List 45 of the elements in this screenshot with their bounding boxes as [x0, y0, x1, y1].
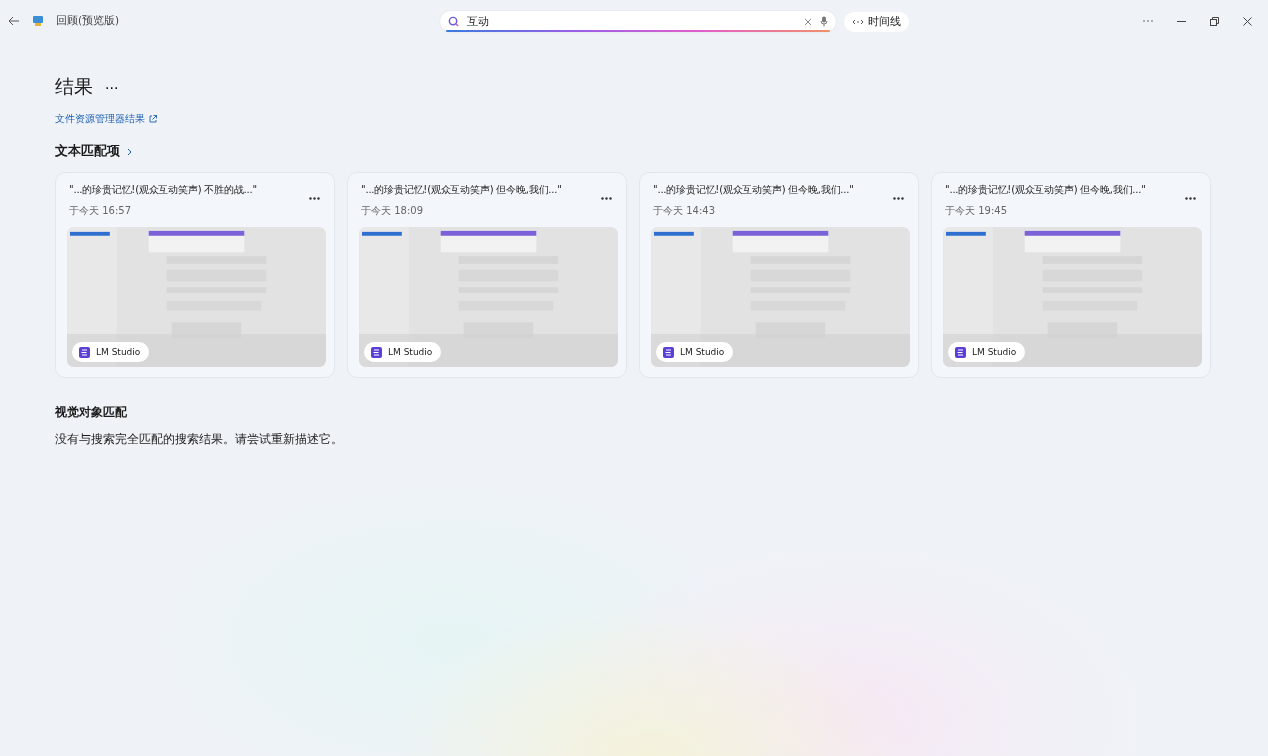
- timestamp: 于今天 16:57: [69, 204, 132, 218]
- snippet-text: "...的珍贵记忆!(观众互动笑声) 但今晚,我们...": [945, 183, 1146, 197]
- app-name: LM Studio: [388, 347, 433, 357]
- no-results-message: 没有与搜索完全匹配的搜索结果。请尝试重新描述它。: [55, 431, 344, 448]
- more-icon[interactable]: [893, 197, 904, 200]
- app-name: LM Studio: [972, 347, 1017, 357]
- app-logo-icon: [663, 346, 674, 358]
- snippet-text: "...的珍贵记忆!(观众互动笑声) 但今晚,我们...": [361, 183, 562, 197]
- search-bar[interactable]: 互动: [440, 11, 836, 32]
- clear-icon[interactable]: [804, 17, 812, 26]
- external-link-icon: [149, 115, 157, 123]
- close-icon[interactable]: [1243, 16, 1252, 26]
- snippet-text: "...的珍贵记忆!(观众互动笑声) 不胜的战...": [69, 183, 257, 197]
- app-logo-icon: [371, 346, 382, 358]
- window-title: 回顾(预览版): [56, 14, 120, 28]
- timeline-button[interactable]: 时间线: [844, 11, 909, 32]
- app-name: LM Studio: [680, 347, 725, 357]
- visual-matches-heading: 视觉对象匹配: [55, 404, 128, 421]
- microphone-icon[interactable]: [820, 16, 828, 27]
- explorer-results-link[interactable]: 文件资源管理器结果: [55, 112, 145, 126]
- more-button[interactable]: ...: [105, 76, 119, 98]
- app-icon: [32, 15, 44, 27]
- snippet-text: "...的珍贵记忆!(观众互动笑声) 但今晚,我们...": [653, 183, 854, 197]
- result-card[interactable]: "...的珍贵记忆!(观众互动笑声) 不胜的战..." 于今天 16:57 LM Studio: [55, 172, 335, 378]
- result-card[interactable]: "...的珍贵记忆!(观众互动笑声) 但今晚,我们..." 于今天 18:09 LM Studio: [347, 172, 627, 378]
- app-logo-icon: [79, 346, 90, 358]
- results-heading: 结果: [55, 74, 93, 99]
- app-logo-icon: [955, 346, 966, 358]
- code-brackets-icon: [852, 18, 864, 25]
- more-icon[interactable]: [601, 197, 612, 200]
- timestamp: 于今天 18:09: [361, 204, 424, 218]
- result-card[interactable]: "...的珍贵记忆!(观众互动笑声) 但今晚,我们..." 于今天 19:45 LM Studio: [931, 172, 1211, 378]
- timestamp: 于今天 19:45: [945, 204, 1008, 218]
- text-matches-heading[interactable]: 文本匹配项: [55, 143, 120, 160]
- timestamp: 于今天 14:43: [653, 204, 716, 218]
- back-icon[interactable]: [8, 16, 20, 26]
- search-input[interactable]: 互动: [467, 15, 796, 28]
- more-icon[interactable]: [309, 197, 320, 200]
- restore-icon[interactable]: [1210, 16, 1219, 26]
- chevron-right-icon[interactable]: [127, 147, 132, 156]
- result-card[interactable]: "...的珍贵记忆!(观众互动笑声) 但今晚,我们..." 于今天 14:43 LM Studio: [639, 172, 919, 378]
- app-name: LM Studio: [96, 347, 141, 357]
- more-icon[interactable]: [1185, 197, 1196, 200]
- minimize-icon[interactable]: [1177, 20, 1186, 22]
- search-icon: [448, 16, 459, 27]
